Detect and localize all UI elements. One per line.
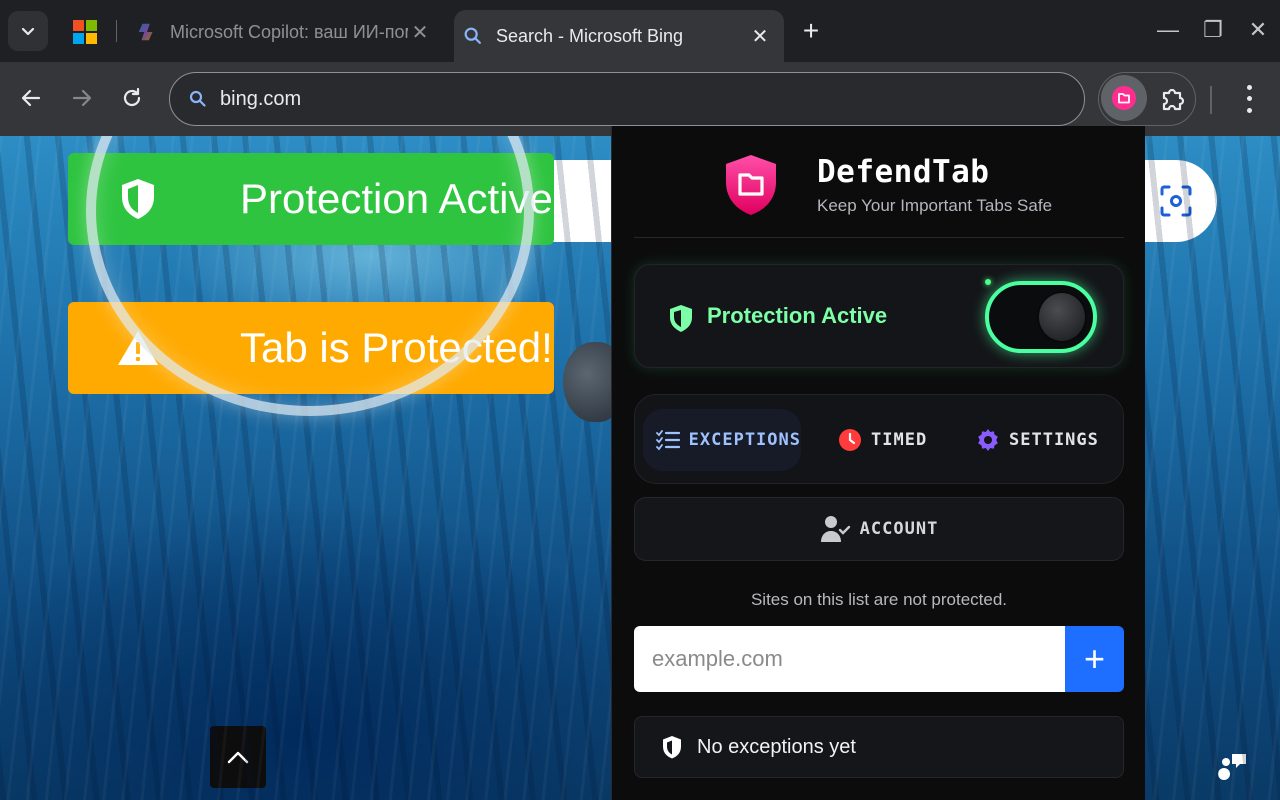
chevron-up-icon	[227, 751, 249, 764]
scroll-to-top-button[interactable]	[210, 726, 266, 788]
gear-icon	[975, 427, 1001, 453]
visual-search-button[interactable]	[1135, 160, 1217, 242]
back-button[interactable]	[13, 80, 49, 116]
tab-exceptions[interactable]: EXCEPTIONS	[643, 409, 801, 471]
exceptions-empty-state: No exceptions yet	[634, 716, 1124, 778]
forward-button[interactable]	[64, 80, 100, 116]
defendtab-popup: DefendTab Keep Your Important Tabs Safe …	[611, 126, 1145, 800]
restore-button[interactable]: ❐	[1195, 12, 1231, 48]
shield-icon	[663, 736, 681, 759]
tab-bing-search[interactable]: Search - Microsoft Bing ✕	[454, 10, 784, 62]
reload-icon	[123, 87, 141, 107]
clock-icon	[837, 427, 863, 453]
browser-menu-button[interactable]	[1238, 82, 1260, 116]
tab-strip: Microsoft Copilot: ваш ИИ-пом ✕ Search -…	[0, 0, 1280, 62]
tab-copilot[interactable]: Microsoft Copilot: ваш ИИ-пом ✕	[128, 10, 444, 54]
tab-label: SETTINGS	[1009, 430, 1099, 450]
tab-label: TIMED	[871, 430, 928, 450]
brand-tagline: Keep Your Important Tabs Safe	[817, 196, 1053, 215]
tab-timed[interactable]: TIMED	[837, 409, 927, 471]
copilot-icon	[138, 23, 153, 41]
search-icon	[189, 90, 206, 107]
toggle-knob	[1037, 291, 1087, 343]
search-icon	[464, 27, 481, 44]
tab-close-icon[interactable]: ✕	[408, 20, 432, 45]
account-label: ACCOUNT	[859, 519, 939, 539]
address-text: bing.com	[220, 87, 302, 110]
popup-header: DefendTab Keep Your Important Tabs Safe	[634, 126, 1124, 238]
chevron-down-icon	[21, 27, 35, 36]
tab-label: EXCEPTIONS	[688, 430, 801, 450]
empty-state-text: No exceptions yet	[697, 735, 856, 758]
defendtab-shield-logo-icon	[726, 155, 776, 215]
add-exception-row: +	[634, 626, 1124, 692]
address-bar[interactable]: bing.com	[169, 72, 1085, 126]
user-check-icon	[820, 516, 850, 542]
shield-check-icon	[670, 305, 692, 332]
close-window-button[interactable]: ✕	[1240, 12, 1276, 48]
list-check-icon	[655, 427, 681, 453]
tab-settings[interactable]: SETTINGS	[975, 409, 1099, 471]
new-tab-button[interactable]: +	[797, 14, 825, 48]
tab-close-icon[interactable]: ✕	[748, 24, 772, 49]
defendtab-extension-button[interactable]	[1101, 75, 1147, 121]
chat-icon[interactable]	[1214, 748, 1250, 784]
tab-separator	[116, 20, 117, 42]
puzzle-icon[interactable]	[1158, 84, 1188, 114]
tab-title: Microsoft Copilot: ваш ИИ-пом	[170, 21, 408, 42]
exceptions-hint: Sites on this list are not protected.	[750, 590, 1008, 609]
microsoft-logo-icon[interactable]	[73, 20, 97, 44]
add-exception-button[interactable]: +	[1065, 626, 1124, 692]
arrow-right-icon	[72, 89, 92, 107]
exception-domain-input[interactable]	[634, 626, 1065, 692]
arrow-left-icon	[21, 89, 41, 107]
popup-nav: EXCEPTIONS TIMED SETTINGS	[634, 394, 1124, 484]
protection-toggle[interactable]	[985, 281, 1097, 353]
defendtab-logo-icon	[1112, 86, 1136, 110]
browser-toolbar: bing.com	[0, 62, 1280, 136]
tab-title: Search - Microsoft Bing	[496, 25, 684, 46]
status-led	[985, 279, 991, 285]
tab-search-button[interactable]	[8, 11, 48, 51]
protection-status-card: Protection Active	[634, 264, 1124, 368]
camera-search-icon	[1160, 185, 1192, 217]
minimize-button[interactable]: —	[1150, 12, 1186, 48]
toolbar-separator	[1210, 86, 1212, 114]
brand-name: DefendTab	[817, 154, 990, 190]
protection-status-label: Protection Active	[707, 303, 888, 328]
reload-button[interactable]	[114, 80, 150, 116]
account-button[interactable]: ACCOUNT	[634, 497, 1124, 561]
